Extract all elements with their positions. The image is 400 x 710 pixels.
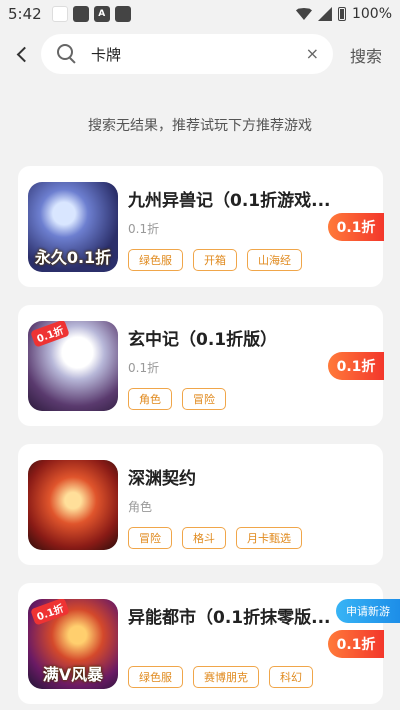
search-query[interactable]: 卡牌 [91,44,121,65]
search-input[interactable]: 卡牌 × [41,34,333,74]
search-icon [57,44,77,64]
game-tag: 开箱 [193,249,237,271]
notification-square-icon [51,6,68,22]
discount-badge: 0.1折 [328,630,384,658]
battery-icon [337,7,346,21]
game-tag: 冒险 [128,527,172,549]
clear-icon[interactable]: × [306,44,319,63]
game-subtitle: 0.1折 [128,361,160,375]
game-icon[interactable] [28,460,118,550]
discount-badge: 0.1折 [328,213,384,241]
game-tags: 角色 冒险 [128,388,226,410]
game-tag: 冒险 [182,388,226,410]
game-icon-corner: 0.1折 [30,599,70,626]
game-title: 九州异兽记（0.1折游戏... [128,191,331,211]
game-tags: 冒险 格斗 月卡甄选 [128,527,302,549]
game-tag: 角色 [128,388,172,410]
battery-level: 100% [351,6,392,22]
game-icon-corner: 0.1折 [30,321,70,348]
game-tag: 山海经 [247,249,302,271]
game-tag: 绿色服 [128,666,183,688]
status-right: 100% [295,6,392,22]
discount-badge: 0.1折 [328,352,384,380]
game-card[interactable]: 深渊契约 角色 冒险 格斗 月卡甄选 [18,444,383,565]
no-result-hint: 搜索无结果，推荐试玩下方推荐游戏 [88,118,312,134]
game-icon[interactable]: 0.1折 满V风暴 [28,599,118,689]
game-card[interactable]: 0.1折 玄中记（0.1折版） 0.1折 角色 冒险 0.1折 [18,305,384,426]
notification-a-icon: A [93,6,110,22]
game-tags: 绿色服 开箱 山海经 [128,249,302,271]
game-title: 异能都市（0.1折抹零版... [128,608,331,628]
back-arrow-icon[interactable] [12,43,32,65]
game-tags: 绿色服 赛博朋克 科幻 [128,666,313,688]
notification-app2-icon [114,6,131,22]
game-tag: 科幻 [269,666,313,688]
game-icon-caption: 永久0.1折 [34,248,112,267]
game-tag: 格斗 [182,527,226,549]
search-button[interactable]: 搜索 [350,43,382,67]
game-card[interactable]: 永久0.1折 九州异兽记（0.1折游戏... 0.1折 绿色服 开箱 山海经 0… [18,166,384,287]
status-bar: 5:42 A 100% [0,0,400,28]
status-time: 5:42 [8,5,42,23]
game-card[interactable]: 0.1折 满V风暴 异能都市（0.1折抹零版... 绿色服 赛博朋克 科幻 申请… [18,583,400,704]
game-title: 深渊契约 [128,469,196,489]
game-subtitle: 角色 [128,500,153,514]
signal-icon [317,7,332,21]
game-icon[interactable]: 永久0.1折 [28,182,118,272]
game-tag: 月卡甄选 [236,527,302,549]
game-icon-caption: 满V风暴 [42,665,104,684]
search-header: 卡牌 × 搜索 [0,32,400,76]
game-tag: 赛博朋克 [193,666,259,688]
notification-icons: A [51,6,131,22]
wifi-icon [295,8,312,20]
game-tag: 绿色服 [128,249,183,271]
game-title: 玄中记（0.1折版） [128,330,278,350]
apply-new-game-button[interactable]: 申请新游 [336,599,400,623]
game-subtitle: 0.1折 [128,222,160,236]
game-icon[interactable]: 0.1折 [28,321,118,411]
notification-app-icon [72,6,89,22]
